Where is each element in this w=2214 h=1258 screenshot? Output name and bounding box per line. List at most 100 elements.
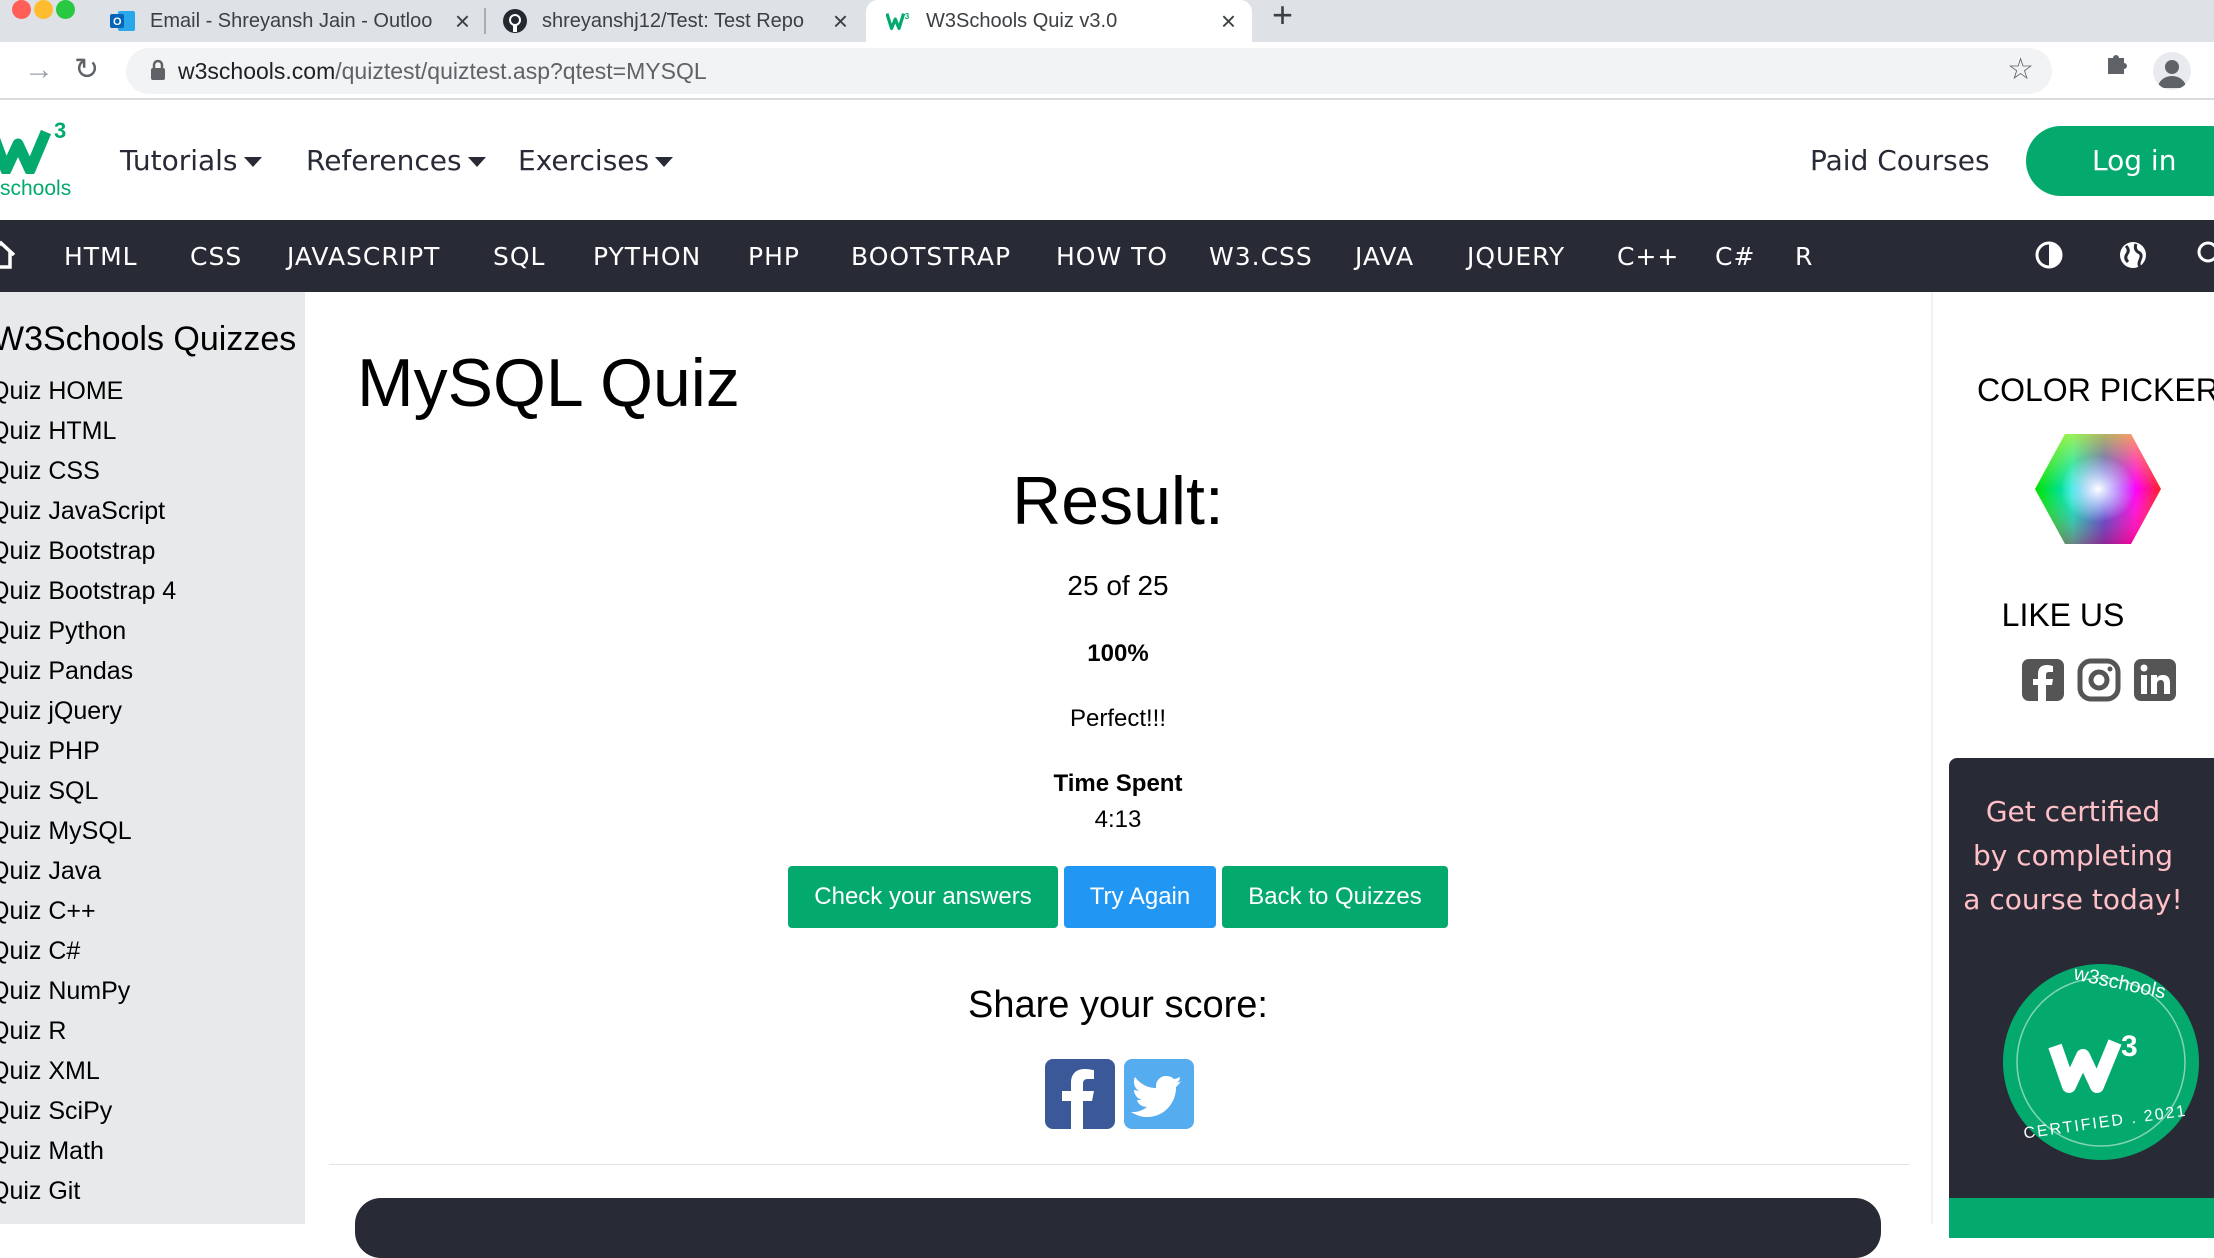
contrast-toggle-icon[interactable] — [2034, 240, 2064, 270]
topic-html[interactable]: HTML — [64, 242, 138, 271]
sidebar-item-sql[interactable]: Quiz SQL — [0, 777, 98, 806]
topic-bootstrap[interactable]: BOOTSTRAP — [851, 242, 1011, 271]
sidebar-item-home[interactable]: Quiz HOME — [0, 377, 123, 406]
sidebar-item-cpp[interactable]: Quiz C++ — [0, 897, 96, 926]
reload-icon[interactable]: ↻ — [74, 52, 99, 88]
topic-css[interactable]: CSS — [190, 242, 242, 271]
facebook-square-icon[interactable] — [2021, 658, 2065, 702]
share-twitter-button[interactable] — [1124, 1059, 1194, 1129]
sidebar-item-mysql[interactable]: Quiz MySQL — [0, 817, 132, 846]
try-again-button[interactable]: Try Again — [1064, 866, 1216, 928]
like-us-title: LIKE US — [2001, 597, 2125, 633]
topic-r[interactable]: R — [1795, 242, 1813, 271]
caret-down-icon — [467, 157, 486, 167]
home-icon[interactable] — [0, 240, 16, 270]
topic-jquery[interactable]: JQUERY — [1467, 242, 1565, 271]
topic-sql[interactable]: SQL — [493, 242, 545, 271]
sidebar-item-bootstrap4[interactable]: Quiz Bootstrap 4 — [0, 577, 176, 606]
logo-schools-text: schools — [0, 177, 72, 200]
sidebar-item-javascript[interactable]: Quiz JavaScript — [0, 497, 165, 526]
search-icon[interactable] — [2196, 240, 2214, 270]
browser-tab-strip: O Email - Shreyansh Jain - Outlook × shr… — [0, 0, 2214, 42]
sidebar-item-csharp[interactable]: Quiz C# — [0, 937, 80, 966]
caret-down-icon — [243, 157, 262, 167]
menu-label: Exercises — [518, 144, 650, 177]
topic-php[interactable]: PHP — [748, 242, 800, 271]
cert-line: Get certified — [1985, 795, 2161, 828]
sidebar-item-python[interactable]: Quiz Python — [0, 617, 126, 646]
sidebar-item-r[interactable]: Quiz R — [0, 1017, 66, 1046]
linkedin-icon[interactable] — [2133, 658, 2177, 702]
sidebar-item-php[interactable]: Quiz PHP — [0, 737, 100, 766]
topic-python[interactable]: PYTHON — [593, 242, 701, 271]
sidebar-item-pandas[interactable]: Quiz Pandas — [0, 657, 133, 686]
sidebar-item-css[interactable]: Quiz CSS — [0, 457, 100, 486]
sidebar-item-math[interactable]: Quiz Math — [0, 1137, 104, 1166]
sidebar-title: W3Schools Quizzes — [0, 320, 297, 358]
color-picker-link[interactable] — [2033, 432, 2163, 546]
sidebar-item-jquery[interactable]: Quiz jQuery — [0, 697, 122, 726]
logo-three: 3 — [54, 118, 67, 143]
bookmark-star-icon[interactable]: ☆ — [2007, 52, 2034, 87]
sidebar-item-java[interactable]: Quiz Java — [0, 857, 101, 886]
time-spent-value: 4:13 — [1094, 806, 1142, 833]
browser-tab-outlook[interactable]: O Email - Shreyansh Jain - Outlook × — [110, 0, 482, 42]
tab-close-icon[interactable]: × — [455, 8, 470, 34]
window-minimize-button[interactable] — [34, 0, 53, 19]
window-close-button[interactable] — [12, 0, 31, 19]
sidebar-item-xml[interactable]: Quiz XML — [0, 1057, 100, 1086]
cert-green-strip — [1949, 1198, 2214, 1238]
tab-close-icon[interactable]: × — [1221, 8, 1236, 34]
tab-close-icon[interactable]: × — [833, 8, 848, 34]
quiz-sidebar: W3Schools Quizzes Quiz HOME Quiz HTML Qu… — [0, 292, 305, 1224]
url-host: w3schools.com — [178, 58, 336, 84]
topic-howto[interactable]: HOW TO — [1056, 242, 1168, 271]
footer-dark-bar — [355, 1198, 1881, 1258]
w3schools-logo[interactable]: 3 schools — [0, 118, 80, 202]
caret-down-icon — [655, 157, 674, 167]
sidebar-item-numpy[interactable]: Quiz NumPy — [0, 977, 130, 1006]
sidebar-item-scipy[interactable]: Quiz SciPy — [0, 1097, 112, 1126]
back-to-quizzes-button[interactable]: Back to Quizzes — [1222, 866, 1448, 928]
check-answers-button[interactable]: Check your answers — [788, 866, 1058, 928]
result-heading: Result: — [1012, 463, 1224, 539]
topic-w3css[interactable]: W3.CSS — [1209, 242, 1313, 271]
time-spent-label: Time Spent — [1053, 770, 1183, 797]
paid-courses-link[interactable]: Paid Courses — [1810, 144, 1990, 177]
topic-javascript[interactable]: JAVASCRIPT — [287, 242, 440, 271]
menu-references[interactable]: References — [306, 144, 486, 177]
topic-cpp[interactable]: C++ — [1617, 242, 1679, 271]
url-text: w3schools.com/quiztest/quiztest.asp?qtes… — [178, 58, 707, 85]
topic-java[interactable]: JAVA — [1355, 242, 1414, 271]
badge-three: 3 — [2121, 1030, 2138, 1063]
color-picker-title: COLOR PICKER — [1977, 372, 2214, 408]
browser-tab-github[interactable]: shreyanshj12/Test: Test Repo × — [502, 0, 862, 42]
svg-text:O: O — [113, 16, 122, 28]
sidebar-item-bootstrap[interactable]: Quiz Bootstrap — [0, 537, 155, 566]
profile-avatar-icon[interactable] — [2153, 52, 2191, 90]
globe-icon[interactable] — [2118, 240, 2148, 270]
tab-title: Email - Shreyansh Jain - Outlook — [150, 9, 432, 32]
new-tab-icon[interactable]: + — [1272, 0, 1293, 33]
address-bar[interactable]: w3schools.com/quiztest/quiztest.asp?qtes… — [126, 48, 2052, 94]
menu-tutorials[interactable]: Tutorials — [120, 144, 262, 177]
login-button[interactable]: Log in — [2026, 126, 2214, 196]
topic-csharp[interactable]: C# — [1715, 242, 1755, 271]
w3-logo-mark-icon — [0, 129, 52, 174]
menu-exercises[interactable]: Exercises — [518, 144, 674, 177]
cert-line: by completing — [1972, 839, 2174, 872]
extensions-puzzle-icon[interactable] — [2104, 50, 2130, 84]
sidebar-item-html[interactable]: Quiz HTML — [0, 417, 116, 446]
forward-arrow-icon[interactable]: → — [24, 52, 54, 88]
certification-ad[interactable]: Get certified by completing a course tod… — [1949, 758, 2214, 1238]
instagram-icon[interactable] — [2077, 658, 2121, 702]
percent-text: 100% — [1087, 640, 1149, 667]
w3schools-favicon-icon: 3 — [886, 8, 912, 34]
share-facebook-button[interactable] — [1045, 1059, 1115, 1129]
menu-label: Tutorials — [120, 144, 238, 177]
window-zoom-button[interactable] — [56, 0, 75, 19]
result-message: Perfect!!! — [1069, 705, 1167, 732]
score-text: 25 of 25 — [1067, 570, 1169, 601]
sidebar-item-git[interactable]: Quiz Git — [0, 1177, 80, 1206]
browser-tab-w3schools[interactable]: 3 W3Schools Quiz v3.0 × — [866, 0, 1252, 42]
